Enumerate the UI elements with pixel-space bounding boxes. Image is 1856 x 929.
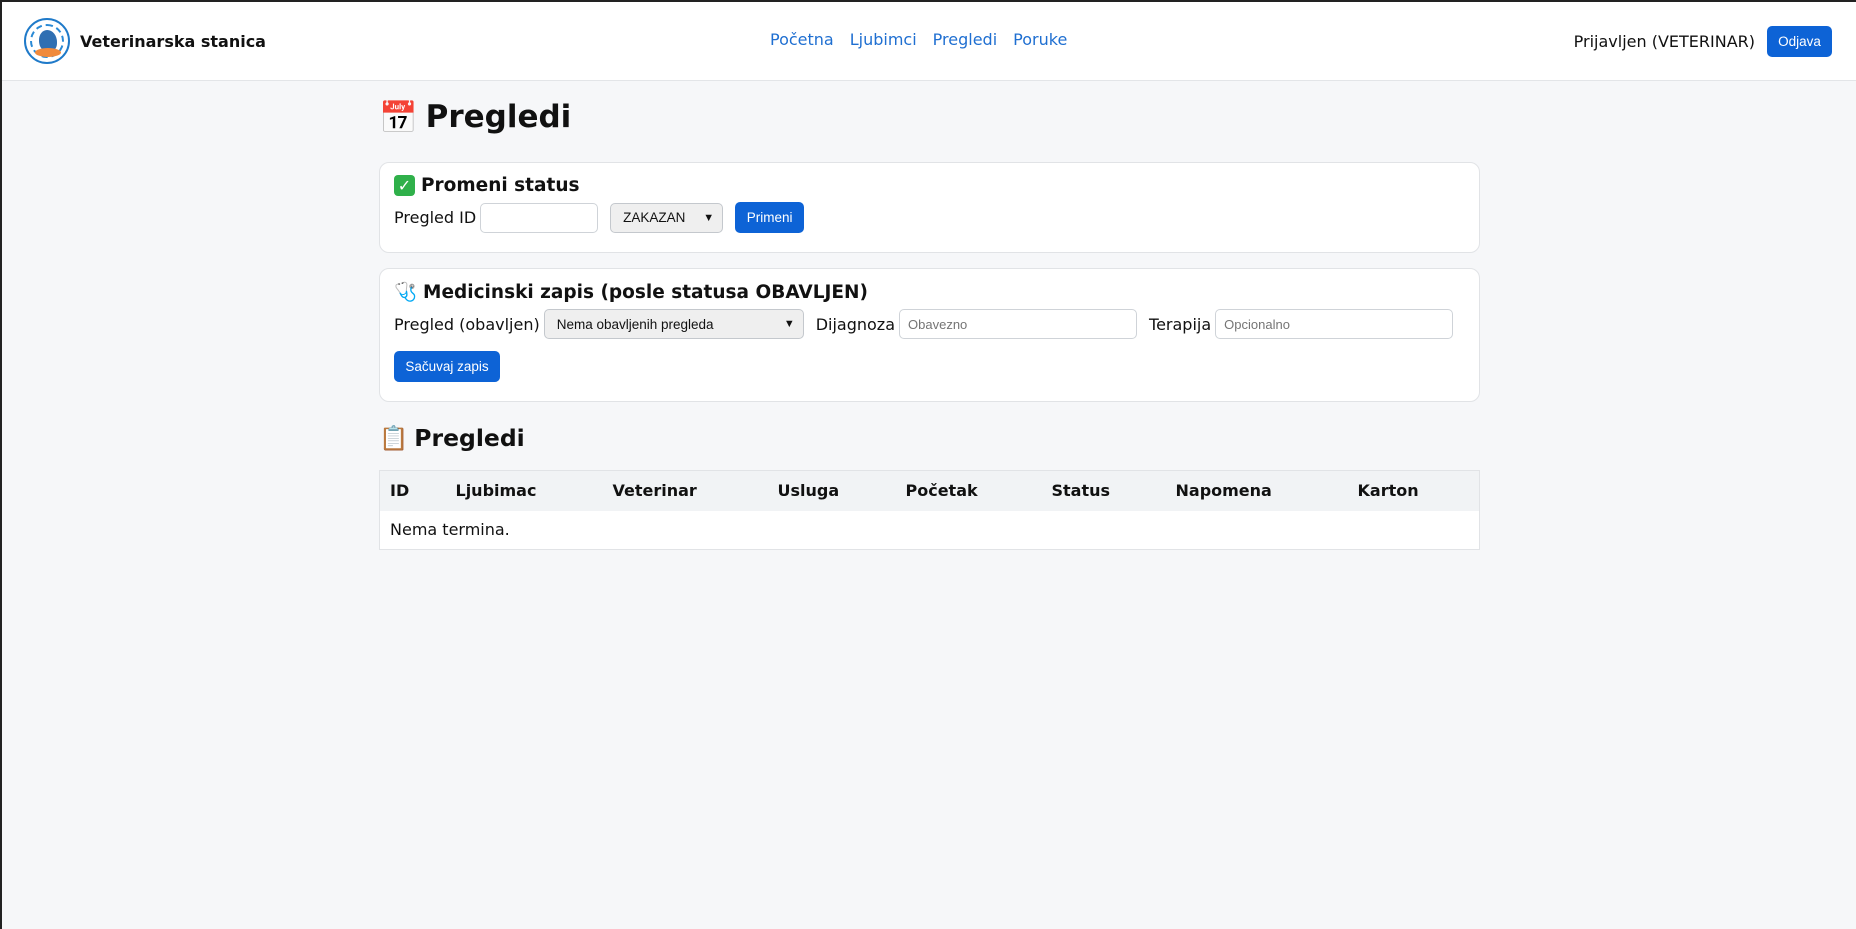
nav-link-pocetna[interactable]: Početna [770, 30, 834, 49]
column-header-pocetak: Početak [895, 470, 1042, 511]
logout-button[interactable]: Odjava [1767, 26, 1832, 57]
change-status-title: ✓ Promeni status [394, 175, 1465, 196]
main-nav: Početna Ljubimci Pregledi Poruke [770, 30, 1067, 49]
diagnosis-label: Dijagnoza [815, 314, 896, 334]
nav-link-poruke[interactable]: Poruke [1013, 30, 1067, 49]
table-header-row: ID Ljubimac Veterinar Usluga Početak Sta… [379, 470, 1480, 511]
change-status-title-text: Promeni status [421, 175, 580, 196]
therapy-label: Terapija [1149, 314, 1212, 334]
change-status-form: Pregled ID ZAKAZAN ▼ Primeni [394, 202, 1465, 233]
stethoscope-icon: 🩺 [394, 282, 418, 303]
column-header-veterinar: Veterinar [602, 470, 768, 511]
exams-list-title: 📋 Pregledi [379, 424, 1480, 452]
calendar-icon: 📅 [379, 99, 418, 136]
completed-exam-select[interactable]: Nema obavljenih pregleda ▼ [543, 309, 804, 339]
column-header-ljubimac: Ljubimac [445, 470, 603, 511]
column-header-status: Status [1041, 470, 1166, 511]
clipboard-icon: 📋 [379, 424, 409, 452]
empty-state-text: Nema termina. [390, 520, 510, 540]
column-header-karton: Karton [1347, 470, 1480, 511]
chevron-down-icon: ▼ [783, 318, 795, 330]
brand-name[interactable]: Veterinarska stanica [80, 32, 266, 51]
exam-id-input[interactable] [480, 202, 599, 233]
therapy-input[interactable] [1215, 309, 1454, 339]
completed-exam-select-value: Nema obavljenih pregleda [556, 316, 714, 332]
medical-record-title: 🩺 Medicinski zapis (posle statusa OBAVLJ… [394, 281, 1465, 304]
column-header-napomena: Napomena [1165, 470, 1348, 511]
main-content: 📅 Pregledi ✓ Promeni status Pregled ID Z… [379, 90, 1480, 550]
medical-record-form: Pregled (obavljen) Nema obavljenih pregl… [394, 309, 1465, 339]
page-title-text: Pregledi [425, 99, 572, 135]
apply-status-button[interactable]: Primeni [735, 202, 805, 233]
diagnosis-input[interactable] [899, 309, 1138, 339]
user-box: Prijavljen (VETERINAR) Odjava [1574, 26, 1832, 57]
column-header-id: ID [379, 470, 446, 511]
clinic-logo-icon [24, 18, 70, 64]
medical-record-card: 🩺 Medicinski zapis (posle statusa OBAVLJ… [379, 268, 1480, 402]
nav-link-ljubimci[interactable]: Ljubimci [850, 30, 917, 49]
chevron-down-icon: ▼ [703, 211, 715, 224]
check-icon: ✓ [394, 175, 415, 196]
change-status-card: ✓ Promeni status Pregled ID ZAKAZAN ▼ Pr… [379, 162, 1480, 253]
page-title: 📅 Pregledi [379, 90, 1480, 144]
brand[interactable]: Veterinarska stanica [24, 18, 266, 64]
exams-list-title-text: Pregledi [414, 424, 525, 452]
status-select-value: ZAKAZAN [623, 210, 686, 225]
column-header-usluga: Usluga [767, 470, 896, 511]
medical-record-title-text: Medicinski zapis (posle statusa OBAVLJEN… [423, 281, 868, 303]
save-record-button[interactable]: Sačuvaj zapis [394, 351, 500, 382]
exam-id-label: Pregled ID [394, 208, 477, 227]
top-navbar: Veterinarska stanica Početna Ljubimci Pr… [2, 2, 1856, 81]
user-status: Prijavljen (VETERINAR) [1573, 32, 1755, 51]
medical-record-actions: Sačuvaj zapis [394, 351, 1465, 382]
table-row: Nema termina. [380, 511, 1480, 550]
status-select[interactable]: ZAKAZAN ▼ [610, 202, 724, 233]
exams-table: ID Ljubimac Veterinar Usluga Početak Sta… [379, 470, 1480, 550]
nav-link-pregledi[interactable]: Pregledi [933, 30, 997, 49]
exam-select-label: Pregled (obavljen) [394, 314, 540, 334]
